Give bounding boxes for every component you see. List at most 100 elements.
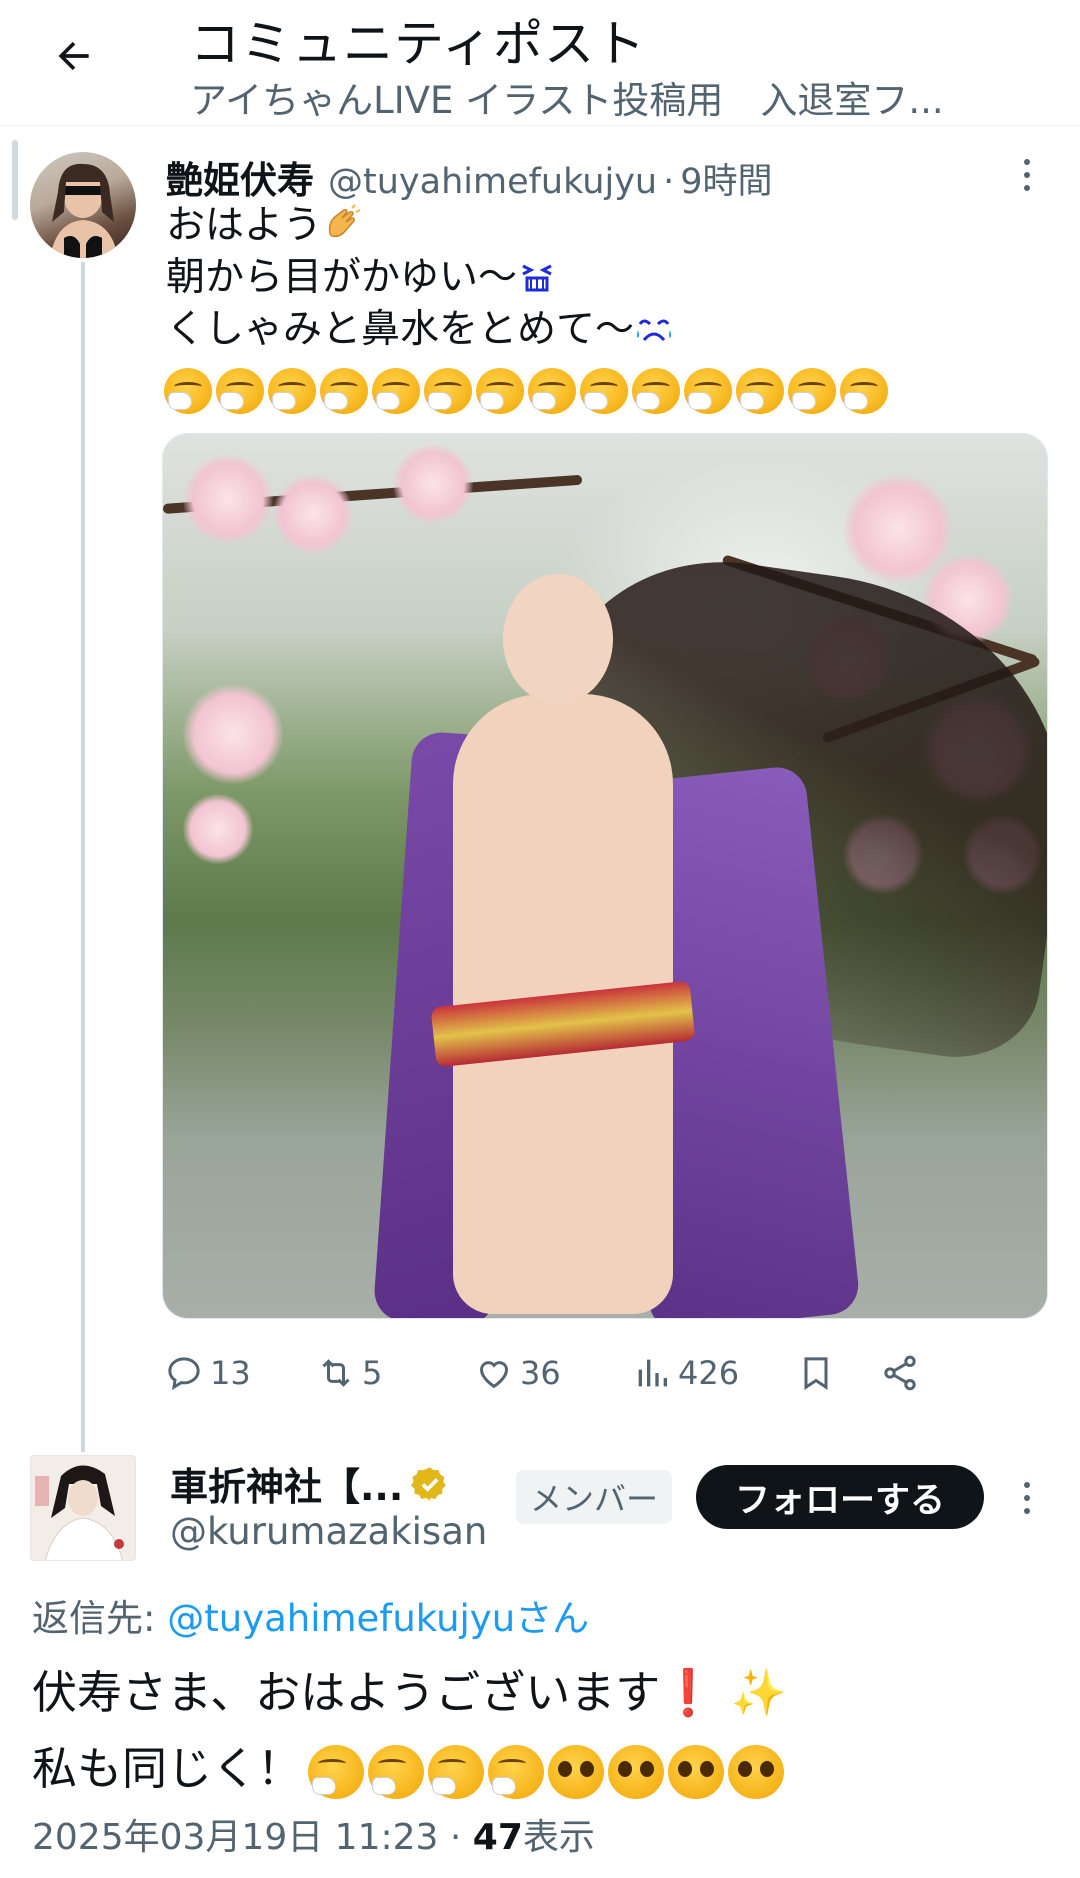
- thread-line: [81, 262, 85, 1452]
- share-button[interactable]: [880, 1345, 920, 1401]
- member-badge: メンバー: [516, 1470, 673, 1524]
- more-options-button[interactable]: [1012, 1478, 1042, 1518]
- blossom-shape: [273, 474, 353, 554]
- blossom-shape: [183, 454, 273, 544]
- reply-timestamp: 2025年03月19日 11:23 · 47表示: [32, 1808, 595, 1860]
- sneezing-face-icon: [580, 368, 628, 414]
- sparkles-icon: ✨: [730, 1666, 787, 1719]
- repost-button[interactable]: 5: [316, 1345, 382, 1401]
- reply-date[interactable]: 2025年03月19日 11:23: [32, 1817, 438, 1858]
- repost-count: 5: [362, 1354, 383, 1392]
- post-line-text: くしゃみと鼻水をとめて〜: [166, 307, 635, 352]
- post-line: 朝から目がかゆい〜: [166, 252, 674, 304]
- figure-shape: [372, 540, 1047, 1318]
- avatar-portrait-icon: [31, 1456, 135, 1560]
- like-button[interactable]: 36: [474, 1345, 561, 1401]
- pleading-face-icon: [668, 1745, 725, 1799]
- reply-author-name[interactable]: 車折神社【...: [170, 1456, 449, 1511]
- arrow-left-icon: [58, 41, 89, 71]
- sneezing-face-icon: [368, 1745, 425, 1799]
- back-button[interactable]: [48, 30, 100, 82]
- reply-line-text: 伏寿さま、おはようございます: [32, 1666, 661, 1719]
- scroll-indicator: [12, 140, 18, 220]
- dot-icon: [1024, 185, 1030, 191]
- bookmark-icon: [804, 1357, 828, 1390]
- post-header: 艶姫伏寿 @tuyahimefukujyu · 9時間: [166, 150, 773, 202]
- top-bar: コミュニティポスト アイちゃんLIVE イラスト投稿用 入退室フ...: [0, 0, 1080, 126]
- reply-button[interactable]: 13: [164, 1345, 251, 1401]
- exclamation-icon: ❗: [660, 1666, 717, 1719]
- sneezing-face-icon: [216, 368, 264, 414]
- post-time[interactable]: 9時間: [680, 153, 772, 204]
- author-handle[interactable]: @tuyahimefukujyu: [328, 162, 657, 202]
- bookmark-button[interactable]: [796, 1345, 836, 1401]
- post-line-text: 朝から目がかゆい〜: [166, 255, 518, 300]
- reply-line: 伏寿さま、おはようございます❗ ✨: [32, 1655, 787, 1731]
- reply-view-label: 表示: [522, 1817, 595, 1858]
- pleading-face-icon: [608, 1745, 665, 1799]
- dot-icon: [1024, 1508, 1030, 1514]
- post-line: おはよう: [166, 200, 674, 252]
- reply-line-text: 私も同じく！: [32, 1742, 303, 1795]
- separator-dot: ·: [449, 1817, 462, 1858]
- blossom-shape: [393, 444, 473, 524]
- sneezing-face-icon: [476, 368, 524, 414]
- reply-line: 私も同じく！: [32, 1731, 787, 1807]
- avatar-portrait-icon: [50, 163, 118, 258]
- sneezing-face-icon: [164, 368, 212, 414]
- sneezing-face-icon: [320, 368, 368, 414]
- post-line-text: おはよう: [166, 203, 323, 248]
- pleading-face-icon: [728, 1745, 785, 1799]
- more-options-button[interactable]: [1012, 155, 1042, 195]
- author-avatar[interactable]: [30, 152, 136, 258]
- share-icon: [884, 1355, 916, 1391]
- follow-button[interactable]: フォローする: [696, 1465, 984, 1529]
- sneezing-face-icon: [268, 368, 316, 414]
- sneezing-face-icon: [632, 368, 680, 414]
- pleading-face-icon: [548, 1745, 605, 1799]
- blossom-shape: [183, 794, 253, 864]
- sneezing-face-icon: [424, 368, 472, 414]
- sneezing-face-icon: [840, 368, 888, 414]
- sneezing-face-icon: [488, 1745, 545, 1799]
- sneezing-face-icon: [372, 368, 420, 414]
- sneezing-face-icon: [788, 368, 836, 414]
- replying-to: 返信先: @tuyahimefukujyuさん: [32, 1588, 589, 1642]
- reply-to-label: 返信先:: [32, 1597, 168, 1640]
- waving-hands-icon: [322, 200, 362, 252]
- reply-author-avatar[interactable]: [30, 1455, 136, 1561]
- sneezing-face-icon: [428, 1745, 485, 1799]
- reply-to-mention[interactable]: @tuyahimefukujyuさん: [167, 1597, 589, 1640]
- reply-icon: [168, 1357, 200, 1391]
- post-text: おはよう 朝から目がかゆい〜 くしゃみと鼻水をとめて〜: [166, 200, 674, 356]
- reply-author-name-text: 車折神社【...: [170, 1465, 404, 1509]
- page-title: コミュニティポスト: [190, 15, 646, 73]
- tired-face-icon: [517, 252, 557, 304]
- sweat-face-icon: [634, 304, 674, 356]
- post-image[interactable]: [162, 433, 1048, 1319]
- bar-chart-icon: [638, 1359, 667, 1387]
- dot-icon: [1024, 172, 1030, 178]
- dot-icon: [1024, 1482, 1030, 1488]
- blossom-shape: [183, 684, 283, 784]
- sneeze-emoji-row: [164, 368, 888, 414]
- reply-author-handle[interactable]: @kurumazakisan: [170, 1510, 487, 1553]
- sneezing-face-icon: [528, 368, 576, 414]
- sneezing-face-icon: [736, 368, 784, 414]
- post-actions: 13 5 36 426: [164, 1345, 1044, 1401]
- author-name[interactable]: 艶姫伏寿: [166, 150, 314, 204]
- views-button[interactable]: 426: [632, 1345, 739, 1401]
- post-line: くしゃみと鼻水をとめて〜: [166, 304, 674, 356]
- like-count: 36: [520, 1354, 561, 1392]
- dot-icon: [1024, 1495, 1030, 1501]
- verified-badge-icon[interactable]: [411, 1465, 449, 1503]
- heart-icon: [479, 1361, 509, 1389]
- separator-dot: ·: [663, 162, 675, 202]
- reply-view-count: 47: [472, 1817, 523, 1858]
- sneezing-face-icon: [684, 368, 732, 414]
- view-count: 426: [678, 1354, 740, 1392]
- reply-emoji-row: [308, 1745, 785, 1799]
- reply-count: 13: [210, 1354, 251, 1392]
- community-name[interactable]: アイちゃんLIVE イラスト投稿用 入退室フ...: [190, 70, 1050, 124]
- sneezing-face-icon: [308, 1745, 365, 1799]
